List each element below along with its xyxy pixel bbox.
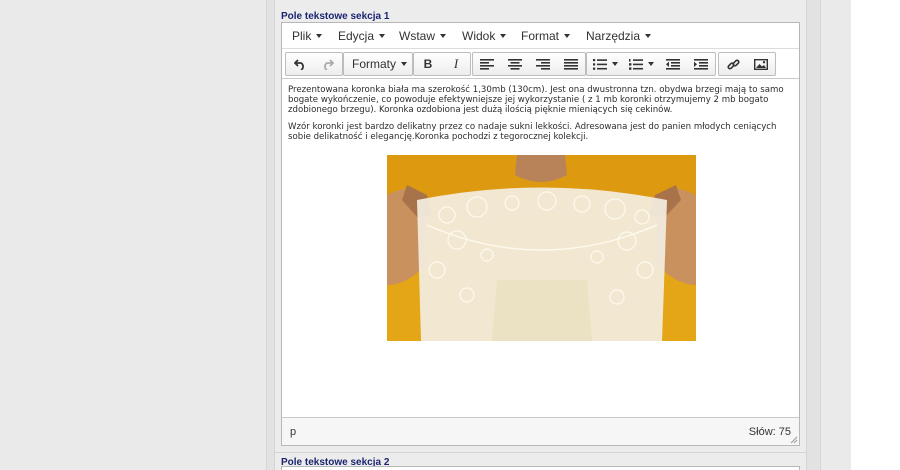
chevron-down-icon bbox=[564, 34, 571, 38]
numbered-list-button[interactable] bbox=[623, 53, 659, 75]
insert-group bbox=[718, 52, 776, 76]
text-style-group: B I bbox=[413, 52, 471, 76]
indent-button[interactable] bbox=[687, 53, 715, 75]
section-1-label: Pole tekstowe sekcja 1 bbox=[281, 11, 390, 22]
editor-statusbar: p Słów: 75 bbox=[282, 417, 799, 445]
align-left-icon bbox=[480, 58, 494, 70]
bold-icon: B bbox=[423, 57, 433, 71]
editor-content-area[interactable]: Prezentowana koronka biała ma szerokość … bbox=[282, 79, 799, 417]
link-button[interactable] bbox=[719, 53, 747, 75]
menu-view[interactable]: Widok bbox=[462, 29, 507, 43]
redo-button[interactable] bbox=[314, 53, 342, 75]
align-justify-icon bbox=[564, 58, 578, 70]
paragraph-1: Prezentowana koronka biała ma szerokość … bbox=[288, 85, 784, 115]
align-left-button[interactable] bbox=[473, 53, 501, 75]
outdent-icon bbox=[666, 58, 680, 70]
paragraph-2: Wzór koronki jest bardzo delikatny przez… bbox=[288, 122, 777, 142]
chevron-down-icon bbox=[645, 34, 652, 38]
editor-toolbar: Formaty B I bbox=[282, 49, 799, 79]
indent-icon bbox=[694, 58, 708, 70]
chevron-down-icon bbox=[316, 34, 323, 38]
menu-tools[interactable]: Narzędzia bbox=[586, 29, 652, 43]
rich-text-editor-2[interactable] bbox=[281, 466, 800, 470]
resize-handle-icon[interactable] bbox=[790, 436, 798, 444]
editor-menubar: Plik Edycja Wstaw Widok Format Narzędzia bbox=[282, 23, 799, 49]
right-margin bbox=[851, 0, 900, 470]
chevron-down-icon bbox=[611, 62, 618, 66]
formats-group: Formaty bbox=[343, 52, 413, 76]
menu-insert[interactable]: Wstaw bbox=[399, 29, 446, 43]
lace-photo-illustration bbox=[387, 155, 696, 341]
menu-edit[interactable]: Edycja bbox=[338, 29, 386, 43]
alignment-group bbox=[472, 52, 586, 76]
redo-icon bbox=[324, 58, 334, 70]
lace-product-photo[interactable] bbox=[387, 155, 696, 341]
italic-button[interactable]: I bbox=[442, 53, 470, 75]
numbered-list-icon bbox=[628, 58, 643, 70]
bold-button[interactable]: B bbox=[414, 53, 442, 75]
chevron-down-icon bbox=[500, 34, 507, 38]
bullet-list-button[interactable] bbox=[587, 53, 623, 75]
image-button[interactable] bbox=[747, 53, 775, 75]
chevron-down-icon bbox=[401, 62, 408, 66]
right-gutter bbox=[821, 0, 851, 470]
word-count: Słów: 75 bbox=[748, 426, 791, 438]
list-group bbox=[586, 52, 716, 76]
history-group bbox=[285, 52, 343, 76]
align-center-icon bbox=[508, 58, 522, 70]
formats-dropdown[interactable]: Formaty bbox=[344, 53, 412, 75]
page-background-left bbox=[0, 0, 266, 470]
chevron-down-icon bbox=[647, 62, 654, 66]
align-right-button[interactable] bbox=[529, 53, 557, 75]
image-icon bbox=[754, 58, 768, 70]
chevron-down-icon bbox=[379, 34, 386, 38]
bullet-list-icon bbox=[592, 58, 607, 70]
align-center-button[interactable] bbox=[501, 53, 529, 75]
rich-text-editor: Plik Edycja Wstaw Widok Format Narzędzia… bbox=[281, 22, 800, 446]
menu-format[interactable]: Format bbox=[521, 29, 571, 43]
italic-icon: I bbox=[453, 56, 459, 71]
chevron-down-icon bbox=[440, 34, 446, 38]
link-icon bbox=[726, 59, 740, 69]
align-justify-button[interactable] bbox=[557, 53, 585, 75]
menu-file[interactable]: Plik bbox=[292, 29, 323, 43]
undo-icon bbox=[294, 58, 304, 70]
align-right-icon bbox=[536, 58, 550, 70]
element-path[interactable]: p bbox=[290, 426, 296, 438]
outdent-button[interactable] bbox=[659, 53, 687, 75]
undo-button[interactable] bbox=[286, 53, 314, 75]
